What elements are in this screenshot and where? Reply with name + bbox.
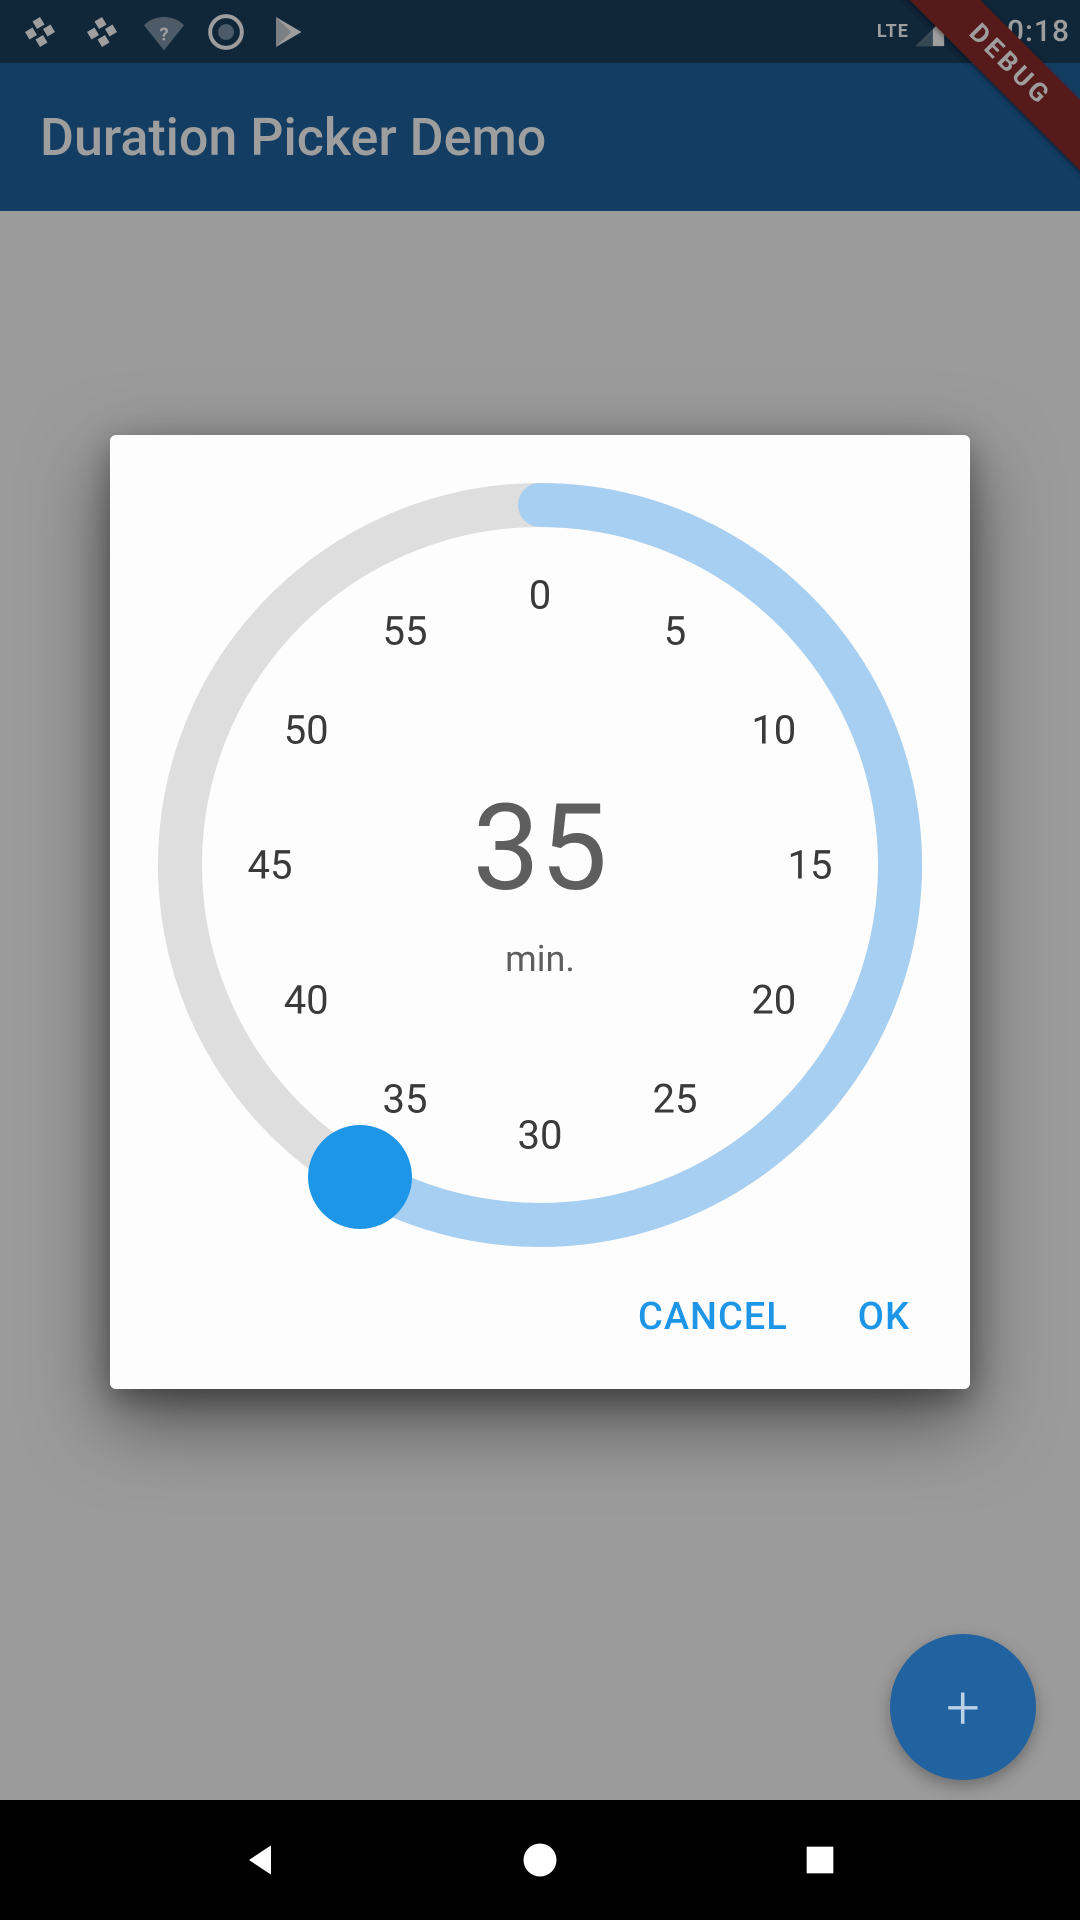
tick-label: 30 xyxy=(518,1112,563,1159)
tick-label: 25 xyxy=(653,1075,698,1122)
tick-label: 20 xyxy=(751,977,796,1024)
duration-dial[interactable]: 35 min. 0 5 10 15 20 25 30 35 40 45 50 55 xyxy=(150,475,930,1255)
dialog-actions: CANCEL OK xyxy=(110,1255,970,1359)
system-nav-bar xyxy=(0,1800,1080,1920)
selected-unit: min. xyxy=(505,938,575,980)
tick-label: 40 xyxy=(284,977,329,1024)
tick-label: 45 xyxy=(248,842,293,889)
ok-button[interactable]: OK xyxy=(858,1295,910,1339)
tick-label: 10 xyxy=(751,707,796,754)
tick-label: 15 xyxy=(788,842,833,889)
tick-label: 35 xyxy=(383,1075,428,1122)
tick-label: 0 xyxy=(529,572,551,619)
fab-add-button[interactable]: + xyxy=(890,1634,1036,1780)
tick-label: 55 xyxy=(383,608,428,655)
back-button[interactable] xyxy=(232,1832,288,1888)
dial-handle[interactable] xyxy=(308,1125,412,1229)
recents-button[interactable] xyxy=(792,1832,848,1888)
plus-icon: + xyxy=(946,1672,980,1743)
home-button[interactable] xyxy=(512,1832,568,1888)
selected-value: 35 xyxy=(473,779,608,919)
tick-label: 5 xyxy=(664,608,686,655)
tick-label: 50 xyxy=(284,707,329,754)
duration-picker-dialog: 35 min. 0 5 10 15 20 25 30 35 40 45 50 55 CANCEL OK xyxy=(110,435,970,1389)
cancel-button[interactable]: CANCEL xyxy=(638,1295,788,1339)
